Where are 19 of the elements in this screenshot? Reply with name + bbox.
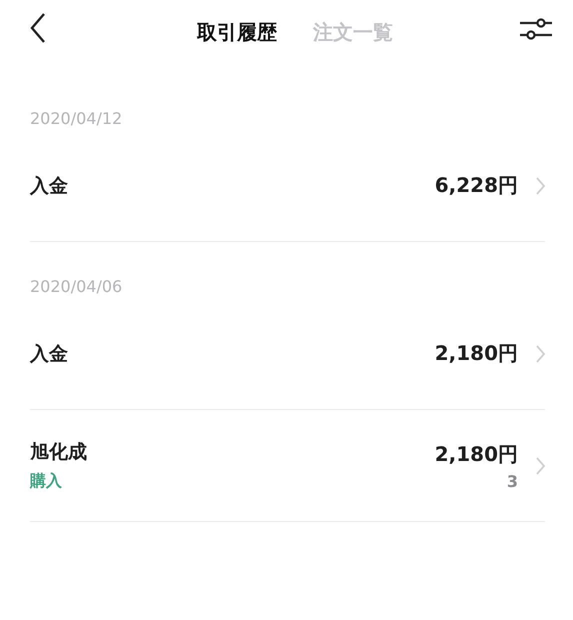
tab[interactable]: 取引履歴 <box>197 18 277 46</box>
amount: 6,228円 <box>434 172 518 199</box>
filter-icon[interactable] <box>520 17 552 41</box>
transaction-row[interactable]: 入金 6,228円 <box>30 130 545 242</box>
quantity: 3 <box>506 472 518 490</box>
transaction-row[interactable]: 旭化成 購入 2,180円 3 <box>30 410 545 522</box>
chevron-icon <box>536 456 545 474</box>
amount: 2,180円 <box>434 340 518 367</box>
transaction-title: 旭化成 <box>30 440 88 465</box>
chevron-icon <box>536 344 545 362</box>
back-icon[interactable] <box>30 13 46 43</box>
transaction-title: 入金 <box>30 174 69 198</box>
transaction-type: 購入 <box>30 471 63 492</box>
transaction-title: 入金 <box>30 342 69 366</box>
amount: 2,180円 <box>434 440 518 468</box>
chevron-icon <box>536 176 545 194</box>
date-label: 2020/04/12 <box>30 108 124 130</box>
transaction-row[interactable]: 入金 2,180円 <box>30 298 545 410</box>
date-label: 2020/04/06 <box>30 276 124 298</box>
